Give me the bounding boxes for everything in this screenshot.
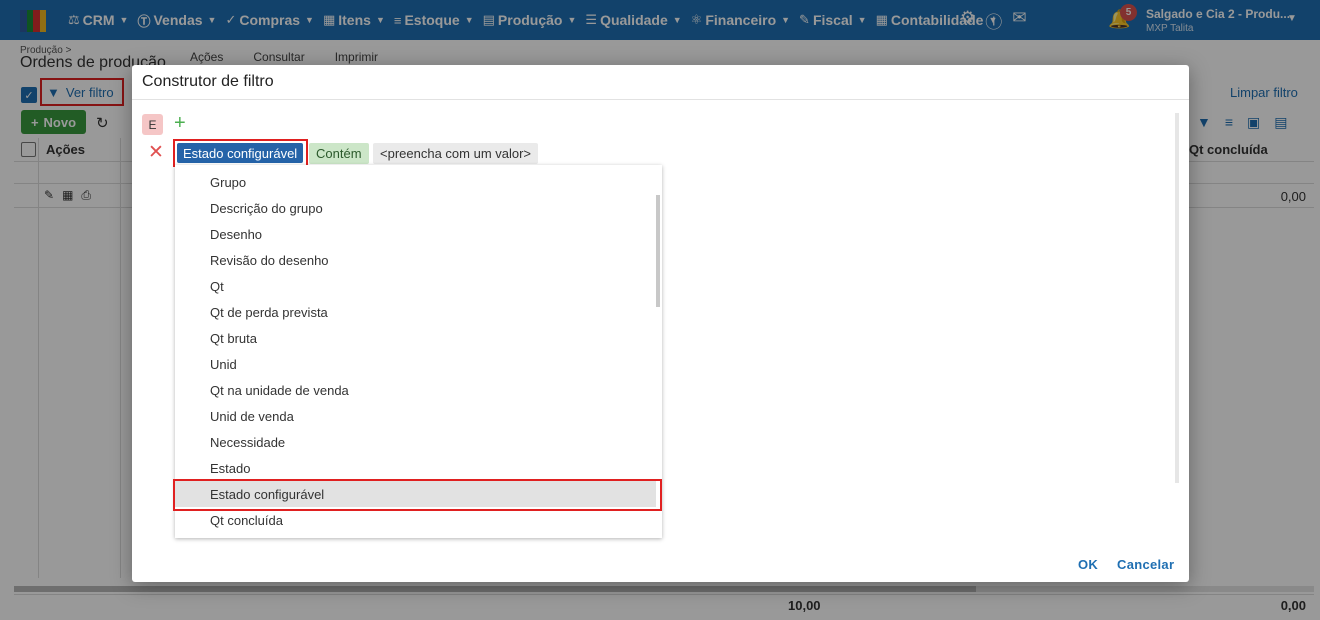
dropdown-option[interactable]: Grupo <box>175 169 656 195</box>
add-condition-icon[interactable]: + <box>174 113 186 133</box>
dropdown-option[interactable]: Desenho <box>175 221 656 247</box>
group-operator-button[interactable]: E <box>142 114 163 135</box>
dropdown-option[interactable]: Revisão do desenho <box>175 247 656 273</box>
divider <box>132 99 1189 100</box>
cancel-button[interactable]: Cancelar <box>1117 557 1174 572</box>
ok-button[interactable]: OK <box>1078 557 1098 572</box>
dropdown-scrollbar[interactable] <box>656 195 660 307</box>
dropdown-option[interactable]: Qt na unidade de venda <box>175 377 656 403</box>
dropdown-option[interactable]: Qt de perda prevista <box>175 299 656 325</box>
highlight-box <box>173 139 308 167</box>
dialog-title: Construtor de filtro <box>142 73 274 90</box>
dropdown-option[interactable]: Descrição do grupo <box>175 195 656 221</box>
dropdown-option[interactable]: Necessidade <box>175 429 656 455</box>
dropdown-option[interactable]: Qt bruta <box>175 325 656 351</box>
dropdown-option[interactable]: Qt <box>175 273 656 299</box>
condition-operator-chip[interactable]: Contém <box>309 143 369 164</box>
dropdown-option[interactable]: Estado <box>175 455 656 481</box>
filter-builder-dialog: Construtor de filtro E + ✕ Estado config… <box>132 65 1189 582</box>
remove-condition-icon[interactable]: ✕ <box>148 143 164 162</box>
vertical-scrollbar[interactable] <box>1175 113 1179 483</box>
highlight-box <box>173 479 662 511</box>
dropdown-option[interactable]: Unid <box>175 351 656 377</box>
condition-value-chip[interactable]: <preencha com um valor> <box>373 143 539 164</box>
dropdown-option[interactable]: Unid de venda <box>175 403 656 429</box>
